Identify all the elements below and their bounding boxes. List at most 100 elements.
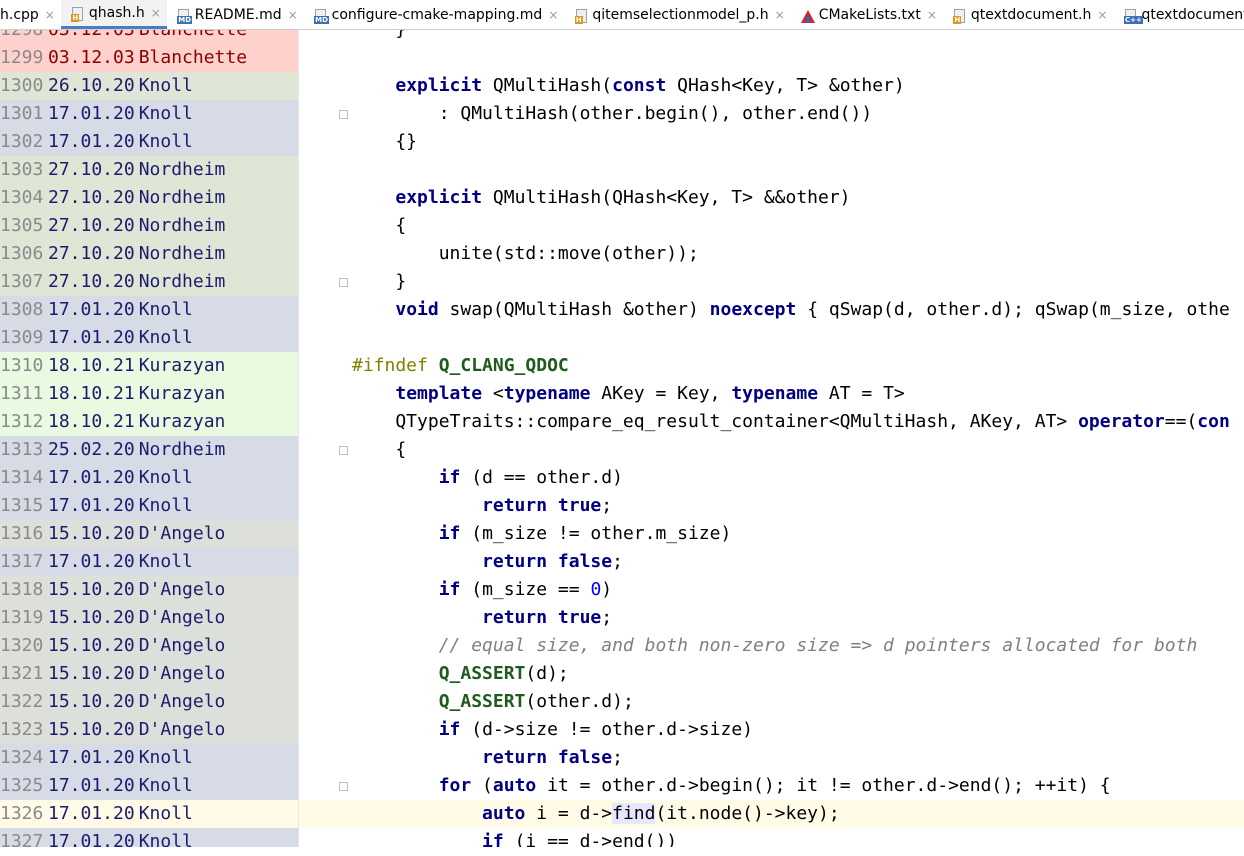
line-number: 1303 [0,159,44,180]
annotation-author: Knoll [138,299,193,320]
annotation-row[interactable]: 1318 15.10.20 D'Angelo [0,576,298,604]
cpp-file-icon: C++ [1123,7,1143,24]
annotation-row[interactable]: 1308 17.01.20 Knoll [0,296,298,324]
code-line[interactable]: // equal size, and both non-zero size =>… [346,632,1244,660]
code-token: AKey = Key, [590,383,732,404]
annotation-row[interactable]: 1325 17.01.20 Knoll [0,772,298,800]
code-line[interactable]: unite(std::move(other)); [346,240,1244,268]
annotation-date: 17.01.20 [48,327,135,348]
annotation-row[interactable]: 1313 25.02.20 Nordheim [0,436,298,464]
annotation-row[interactable]: 1317 17.01.20 Knoll [0,548,298,576]
annotation-row[interactable]: 1320 15.10.20 D'Angelo [0,632,298,660]
code-token: // equal size, and both non-zero size =>… [438,635,1198,656]
code-line[interactable] [346,156,1244,184]
code-token: con [1197,411,1230,432]
annotation-row[interactable]: 1327 17.01.20 Knoll [0,828,298,847]
annotation-row[interactable]: 1322 15.10.20 D'Angelo [0,688,298,716]
annotation-row[interactable]: 1301 17.01.20 Knoll [0,100,298,128]
code-line[interactable]: } [346,268,1244,296]
annotation-row[interactable]: 1307 27.10.20 Nordheim [0,268,298,296]
tab-qitemselectionmodel-p-h[interactable]: Hqitemselectionmodel_p.h × [564,0,790,29]
code-line[interactable]: return true; [346,604,1244,632]
annotation-row[interactable]: 1309 17.01.20 Knoll [0,324,298,352]
annotation-row[interactable]: 1316 15.10.20 D'Angelo [0,520,298,548]
tab-qhash-h[interactable]: Hqhash.h × [60,0,167,29]
tab-h-cpp[interactable]: h.cpp × [0,0,61,29]
close-icon[interactable]: × [151,6,161,20]
annotation-date: 25.02.20 [48,439,135,460]
close-icon[interactable]: × [1097,8,1107,22]
annotation-date: 17.01.20 [48,831,135,847]
code-line[interactable]: if (m_size == 0) [346,576,1244,604]
code-line[interactable]: for (auto it = other.d->begin(); it != o… [346,772,1244,800]
code-line[interactable]: if (d == other.d) [346,464,1244,492]
code-editor[interactable]: } explicit QMultiHash(const QHash<Key, T… [346,29,1244,847]
code-token: false [557,747,613,768]
code-line[interactable]: } [346,29,1244,44]
code-line[interactable] [346,44,1244,72]
tab-qtextdocument-h[interactable]: Hqtextdocument.h × [943,0,1114,29]
annotation-row[interactable]: 1321 15.10.20 D'Angelo [0,660,298,688]
annotation-row[interactable]: 1306 27.10.20 Nordheim [0,240,298,268]
annotation-row[interactable]: 1314 17.01.20 Knoll [0,464,298,492]
line-number: 1313 [0,439,44,460]
code-line[interactable]: { [346,212,1244,240]
editor-tab-bar: h.cpp × Hqhash.h × MD README.md × MD configure-c… [0,0,1244,30]
annotation-row[interactable]: 1302 17.01.20 Knoll [0,128,298,156]
code-line[interactable]: explicit QMultiHash(const QHash<Key, T> … [346,72,1244,100]
code-line[interactable]: if (d->size != other.d->size) [346,716,1244,744]
annotation-row[interactable]: 1299 03.12.03 Blanchette [0,44,298,72]
code-line[interactable]: if (m_size != other.m_size) [346,520,1244,548]
code-line[interactable]: { [346,436,1244,464]
code-token: ; [601,607,613,628]
close-icon[interactable]: × [927,8,937,22]
annotation-row[interactable]: 1304 27.10.20 Nordheim [0,184,298,212]
tab-cmakelists-txt[interactable]: CMakeLists.txt × [791,0,943,29]
close-icon[interactable]: × [548,8,558,22]
code-line[interactable]: return false; [346,744,1244,772]
code-line[interactable]: auto i = d->find(it.node()->key); [346,800,1244,828]
close-icon[interactable]: × [45,8,55,22]
code-line[interactable]: Q_ASSERT(d); [346,660,1244,688]
code-line[interactable]: Q_ASSERT(other.d); [346,688,1244,716]
annotation-row[interactable]: 1323 15.10.20 D'Angelo [0,716,298,744]
code-token: { [352,439,407,460]
code-line[interactable]: #ifndef Q_CLANG_QDOC [346,352,1244,380]
annotation-row[interactable]: 1311 18.10.21 Kurazyan [0,380,298,408]
cmake-icon [800,7,815,23]
close-icon[interactable]: × [775,8,785,22]
tab-readme-md[interactable]: MD README.md × [167,0,304,29]
code-line[interactable]: : QMultiHash(other.begin(), other.end()) [346,100,1244,128]
tab-qtextdocument-p-cpp[interactable]: C++qtextdocument_p.cpp× [1113,0,1244,29]
close-icon[interactable]: × [288,8,298,22]
annotation-row[interactable]: 1326 17.01.20 Knoll [0,800,298,828]
code-line[interactable]: {} [346,128,1244,156]
annotation-date: 15.10.20 [48,719,135,740]
annotation-row[interactable]: 1303 27.10.20 Nordheim [0,156,298,184]
code-line[interactable]: explicit QMultiHash(QHash<Key, T> &&othe… [346,184,1244,212]
gutter-line [299,464,347,492]
line-number: 1325 [0,775,44,796]
code-line[interactable] [346,324,1244,352]
annotation-row[interactable]: 1315 17.01.20 Knoll [0,492,298,520]
code-token: } [352,29,407,40]
annotation-row[interactable]: 1300 26.10.20 Knoll [0,72,298,100]
annotation-row[interactable]: 1319 15.10.20 D'Angelo [0,604,298,632]
code-token: return [482,551,548,572]
tab-configure-cmake-mapping-md[interactable]: MD configure-cmake-mapping.md × [304,0,565,29]
annotation-row[interactable]: 1310 18.10.21 Kurazyan [0,352,298,380]
code-line[interactable]: if (i == d->end()) [346,828,1244,847]
annotation-row[interactable]: 1324 17.01.20 Knoll [0,744,298,772]
annotation-row[interactable]: 1305 27.10.20 Nordheim [0,212,298,240]
code-line[interactable]: template <typename AKey = Key, typename … [346,380,1244,408]
annotation-author: D'Angelo [138,635,226,656]
code-token: template [395,383,483,404]
code-token: swap(QMultiHash &other) [438,299,710,320]
annotation-row[interactable]: 1298 03.12.03 Blanchette [0,29,298,44]
code-line[interactable]: return true; [346,492,1244,520]
code-line[interactable]: void swap(QMultiHash &other) noexcept { … [346,296,1244,324]
annotation-row[interactable]: 1312 18.10.21 Kurazyan [0,408,298,436]
code-line[interactable]: return false; [346,548,1244,576]
code-line[interactable]: QTypeTraits::compare_eq_result_container… [346,408,1244,436]
